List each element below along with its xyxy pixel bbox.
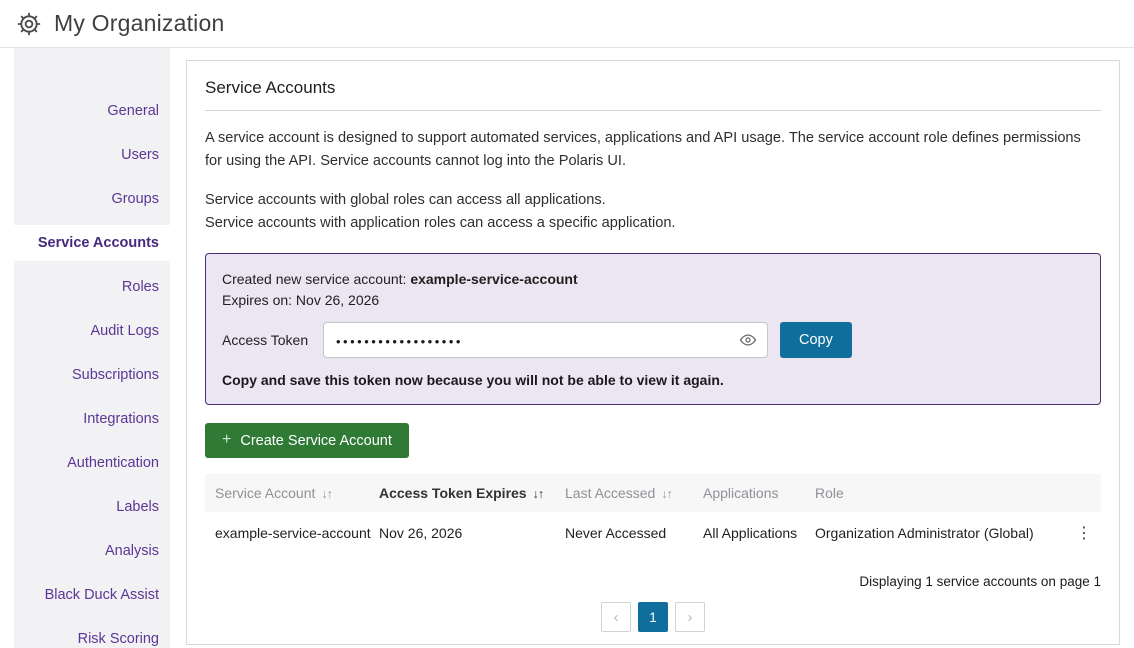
- created-line: Created new service account: example-ser…: [222, 269, 1084, 290]
- access-token-input[interactable]: ••••••••••••••••••: [323, 322, 768, 358]
- service-accounts-table: Service Account↓↑ Access Token Expires↓↑…: [205, 474, 1101, 554]
- page-title: My Organization: [54, 10, 224, 37]
- access-token-row: Access Token •••••••••••••••••• Copy: [222, 322, 1084, 358]
- title-divider: [205, 110, 1101, 111]
- create-service-account-button[interactable]: + Create Service Account: [205, 423, 409, 458]
- token-warning-text: Copy and save this token now because you…: [222, 372, 1084, 388]
- cell-last-accessed: Never Accessed: [565, 525, 703, 541]
- cell-access-token-expires: Nov 26, 2026: [379, 525, 565, 541]
- eye-icon: [739, 331, 757, 349]
- sidebar-item-black-duck-assist[interactable]: Black Duck Assist: [14, 577, 170, 613]
- sort-icon: ↓↑: [321, 487, 332, 501]
- table-row: example-service-account Nov 26, 2026 Nev…: [205, 512, 1101, 554]
- plus-icon: +: [222, 432, 231, 448]
- expires-line: Expires on: Nov 26, 2026: [222, 290, 1084, 311]
- sidebar-item-groups[interactable]: Groups: [14, 181, 170, 217]
- access-token-label: Access Token: [222, 332, 310, 348]
- next-page-button[interactable]: ›: [675, 602, 705, 632]
- create-button-label: Create Service Account: [240, 433, 392, 449]
- created-prefix: Created new service account:: [222, 271, 410, 287]
- column-header-service-account[interactable]: Service Account↓↑: [205, 485, 379, 501]
- created-account-name: example-service-account: [410, 271, 577, 287]
- gear-icon: [16, 11, 42, 37]
- column-header-role: Role: [815, 485, 1067, 501]
- column-header-applications: Applications: [703, 485, 815, 501]
- sidebar-item-authentication[interactable]: Authentication: [14, 445, 170, 481]
- service-accounts-panel: Service Accounts A service account is de…: [186, 60, 1120, 645]
- page-1-button[interactable]: 1: [638, 602, 668, 632]
- sidebar-item-subscriptions[interactable]: Subscriptions: [14, 357, 170, 393]
- token-created-alert: Created new service account: example-ser…: [205, 253, 1101, 405]
- cell-service-account: example-service-account: [205, 525, 379, 541]
- sidebar-item-service-accounts[interactable]: Service Accounts: [14, 225, 170, 261]
- row-menu-icon[interactable]: ⋮: [1076, 526, 1092, 542]
- sidebar-item-labels[interactable]: Labels: [14, 489, 170, 525]
- sidebar-item-general[interactable]: General: [14, 93, 170, 129]
- column-header-access-token-expires[interactable]: Access Token Expires↓↑: [379, 485, 565, 501]
- settings-sidebar: General Users Groups Service Accounts Ro…: [14, 48, 170, 648]
- sidebar-item-analysis[interactable]: Analysis: [14, 533, 170, 569]
- sidebar-item-users[interactable]: Users: [14, 137, 170, 173]
- intro-text: A service account is designed to support…: [205, 127, 1101, 173]
- sort-icon: ↓↑: [661, 487, 672, 501]
- masked-token-value: ••••••••••••••••••: [336, 335, 463, 348]
- show-token-button[interactable]: [737, 329, 759, 351]
- app-header: My Organization: [0, 0, 1134, 48]
- cell-applications: All Applications: [703, 525, 815, 541]
- global-roles-text: Service accounts with global roles can a…: [205, 189, 1101, 212]
- table-header-row: Service Account↓↑ Access Token Expires↓↑…: [205, 474, 1101, 512]
- copy-token-button[interactable]: Copy: [780, 322, 852, 358]
- application-roles-text: Service accounts with application roles …: [205, 212, 1101, 235]
- sidebar-item-roles[interactable]: Roles: [14, 269, 170, 305]
- section-title: Service Accounts: [205, 78, 1101, 98]
- cell-role: Organization Administrator (Global): [815, 525, 1067, 541]
- pagination: ‹ 1 ›: [205, 602, 1101, 632]
- sidebar-item-integrations[interactable]: Integrations: [14, 401, 170, 437]
- sidebar-item-audit-logs[interactable]: Audit Logs: [14, 313, 170, 349]
- sort-icon: ↓↑: [533, 487, 544, 501]
- previous-page-button[interactable]: ‹: [601, 602, 631, 632]
- column-header-last-accessed[interactable]: Last Accessed↓↑: [565, 485, 703, 501]
- pagination-summary: Displaying 1 service accounts on page 1: [205, 574, 1101, 589]
- sidebar-item-risk-scoring[interactable]: Risk Scoring: [14, 621, 170, 648]
